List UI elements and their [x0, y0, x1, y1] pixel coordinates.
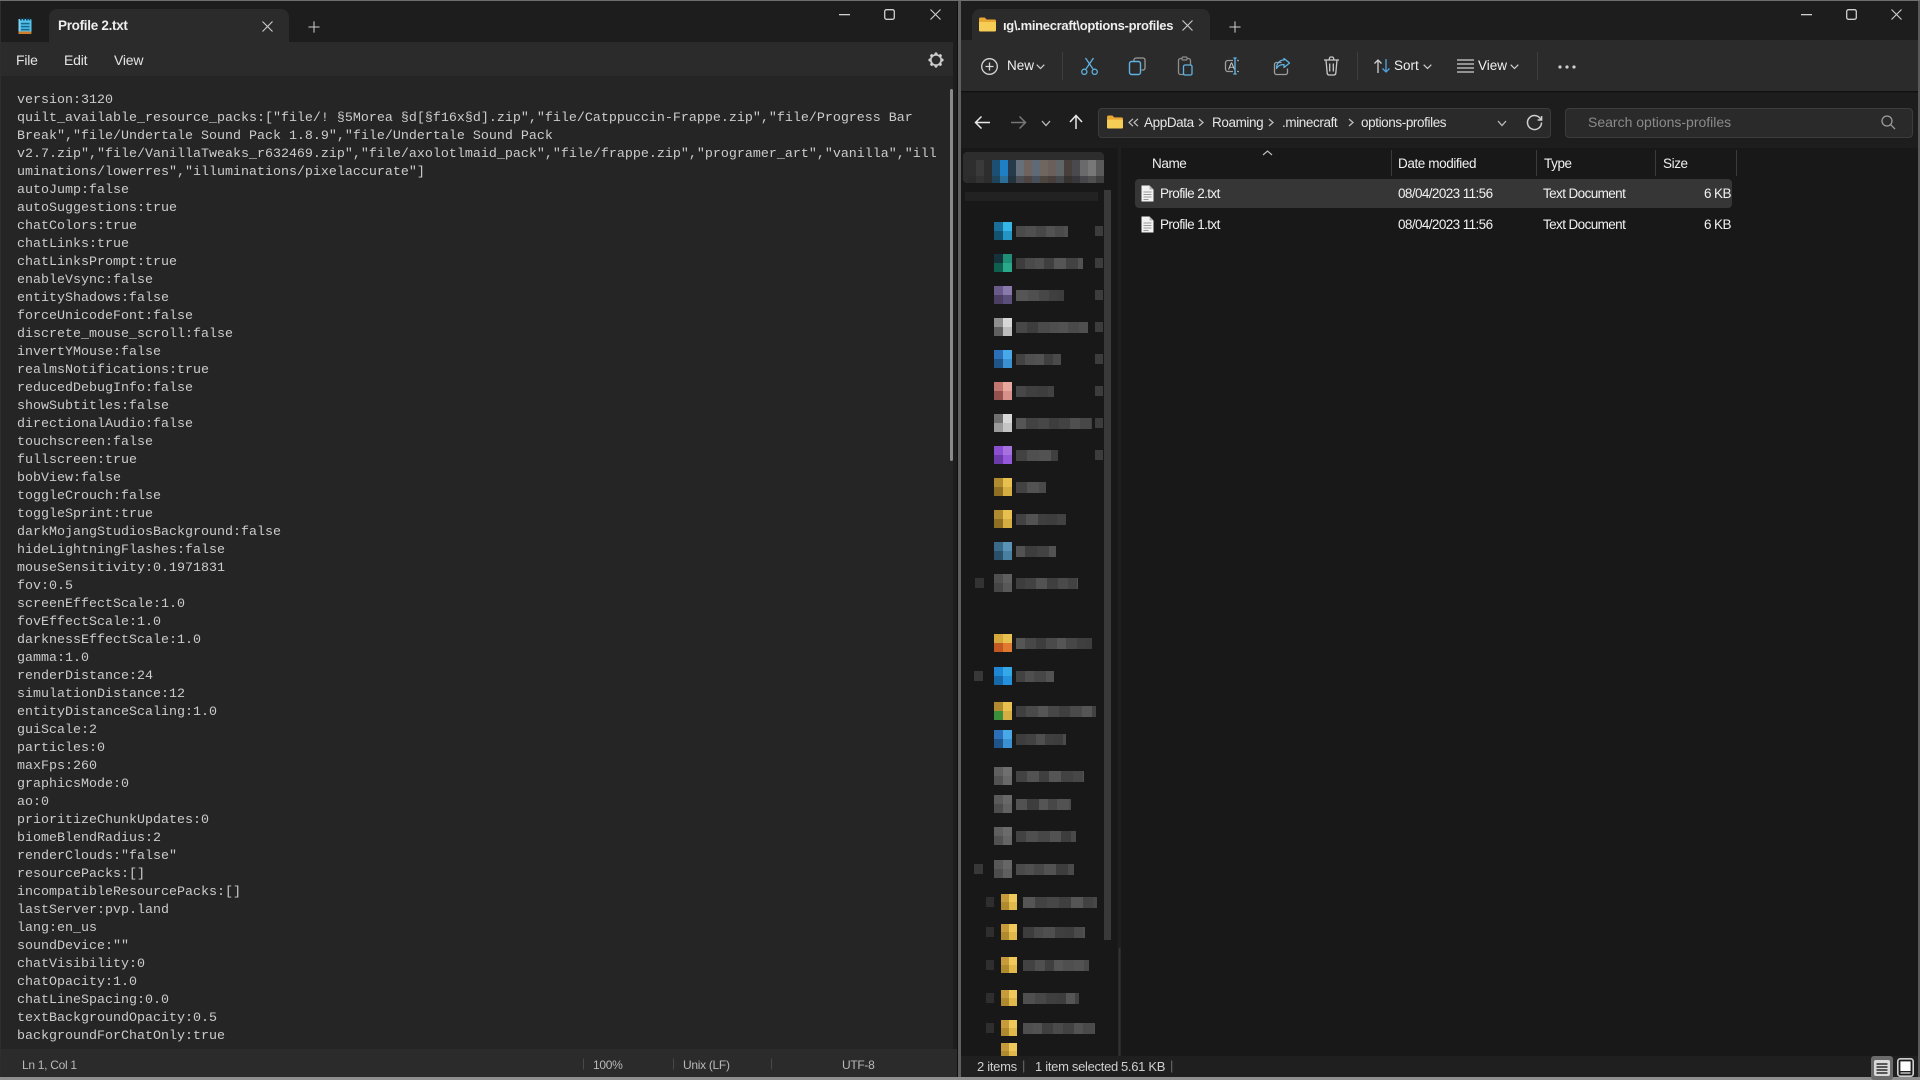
svg-text:A: A: [1228, 61, 1235, 73]
